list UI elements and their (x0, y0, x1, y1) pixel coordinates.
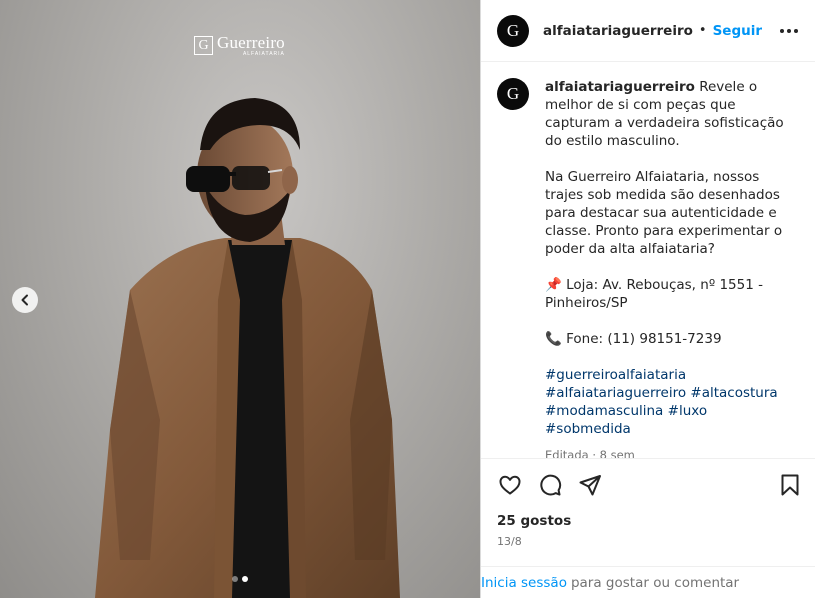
hashtag-link[interactable]: #sobmedida (545, 421, 631, 437)
hashtag-link[interactable]: #modamasculina (545, 403, 663, 419)
post-media[interactable]: G Guerreiro ALFAIATARIA (0, 0, 480, 598)
login-text: para gostar ou comentar (570, 574, 740, 591)
carousel-dots (232, 576, 248, 582)
caption-area: G alfaiatariaguerreiro Revele o melhor d… (481, 62, 815, 458)
caption-avatar[interactable]: G (497, 78, 529, 110)
login-link[interactable]: Inicia sessão (481, 575, 567, 591)
login-prompt: Inicia sessão para gostar ou comentar (481, 566, 815, 598)
phone-number: Fone: (11) 98151-7239 (566, 331, 722, 347)
caption-meta: Editada · 8 sem (545, 448, 635, 458)
action-bar (481, 459, 815, 511)
hashtag-link[interactable]: #guerreiroalfaiataria (545, 367, 686, 383)
more-icon (780, 28, 798, 33)
header-username[interactable]: alfaiatariaguerreiro (543, 23, 693, 39)
caption-text-2: Na Guerreiro Alfaiataria, nossos trajes … (545, 169, 783, 257)
caption: alfaiatariaguerreiro Revele o melhor de … (545, 78, 797, 458)
hashtag-link[interactable]: #alfaiatariaguerreiro (545, 385, 686, 401)
carousel-prev-button[interactable] (12, 287, 38, 313)
comment-button[interactable] (535, 470, 565, 500)
hashtag-link[interactable]: #luxo (668, 403, 707, 419)
actions-section: 25 gostos 13/8 Inicia sessão para gostar… (481, 458, 815, 598)
instagram-post: G Guerreiro ALFAIATARIA G alfaiatariague… (0, 0, 815, 598)
comment-icon (540, 474, 562, 496)
bookmark-icon (781, 474, 799, 496)
avatar[interactable]: G (497, 14, 529, 47)
post-header: G alfaiatariaguerreiro • Seguir (481, 0, 815, 62)
more-options-button[interactable] (777, 19, 801, 43)
chevron-left-icon (21, 294, 28, 306)
caption-phone: 📞 Fone: (11) 98151-7239 (545, 330, 797, 348)
store-address: Loja: Av. Rebouças, nº 1551 - Pinheiros/… (545, 277, 763, 311)
phone-icon: 📞 (545, 331, 562, 347)
caption-intro: alfaiatariaguerreiro Revele o melhor de … (545, 78, 797, 150)
share-button[interactable] (575, 470, 605, 500)
like-count[interactable]: 25 gostos (481, 511, 815, 529)
brand-name: Guerreiro (217, 33, 285, 52)
brand-sub: ALFAIATARIA (242, 51, 285, 57)
post-photo (95, 98, 400, 598)
caption-username[interactable]: alfaiatariaguerreiro (545, 79, 695, 95)
brand-mark: G (194, 36, 213, 55)
hashtag-link[interactable]: #altacostura (690, 385, 777, 401)
pin-icon: 📌 (545, 277, 562, 293)
brand-logo: G Guerreiro ALFAIATARIA (194, 34, 285, 57)
brand-text: Guerreiro ALFAIATARIA (217, 34, 285, 57)
like-button[interactable] (495, 470, 525, 500)
post-panel: G alfaiatariaguerreiro • Seguir G alfaia… (480, 0, 815, 598)
caption-store: 📌 Loja: Av. Rebouças, nº 1551 - Pinheiro… (545, 276, 797, 312)
carousel-dot-active (242, 576, 248, 582)
save-button[interactable] (775, 470, 805, 500)
hashtags: #guerreiroalfaiataria #alfaiatariaguerre… (545, 366, 797, 438)
header-separator: • (698, 23, 707, 38)
post-date[interactable]: 13/8 (481, 529, 815, 548)
carousel-dot (232, 576, 238, 582)
share-icon (579, 475, 601, 496)
follow-button[interactable]: Seguir (713, 23, 762, 39)
heart-icon (499, 475, 521, 495)
